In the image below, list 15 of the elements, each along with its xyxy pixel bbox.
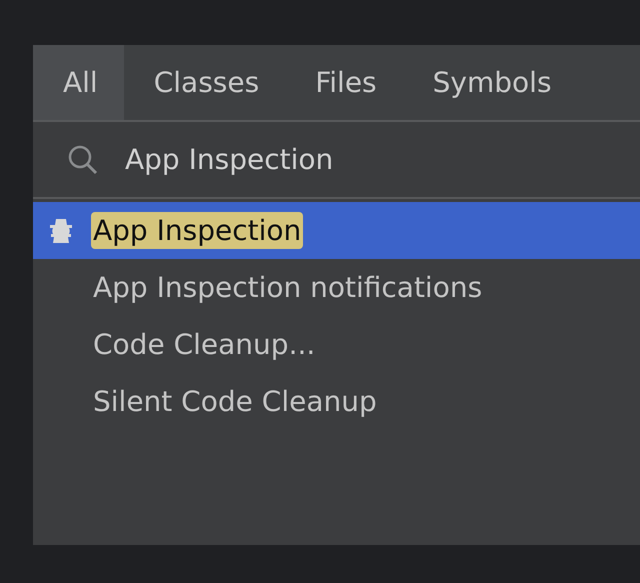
tab[interactable]: All [33, 45, 124, 120]
tab[interactable]: Symbols [402, 45, 578, 120]
result-label: App Inspection notifications [92, 270, 484, 306]
figure-icon [48, 216, 74, 244]
result-item[interactable]: App Inspection [33, 202, 640, 259]
result-item[interactable]: Silent Code Cleanup [33, 373, 640, 430]
search-field[interactable]: App Inspection [125, 143, 545, 176]
result-label: App Inspection [91, 212, 304, 249]
tab[interactable]: Classes [124, 45, 286, 120]
result-label: Silent Code Cleanup [92, 384, 378, 420]
result-item[interactable]: App Inspection notifications [33, 259, 640, 316]
result-item[interactable]: Code Cleanup... [33, 316, 640, 373]
search-icon [67, 144, 99, 176]
tab[interactable]: Files [285, 45, 403, 120]
result-label: Code Cleanup... [92, 327, 316, 363]
